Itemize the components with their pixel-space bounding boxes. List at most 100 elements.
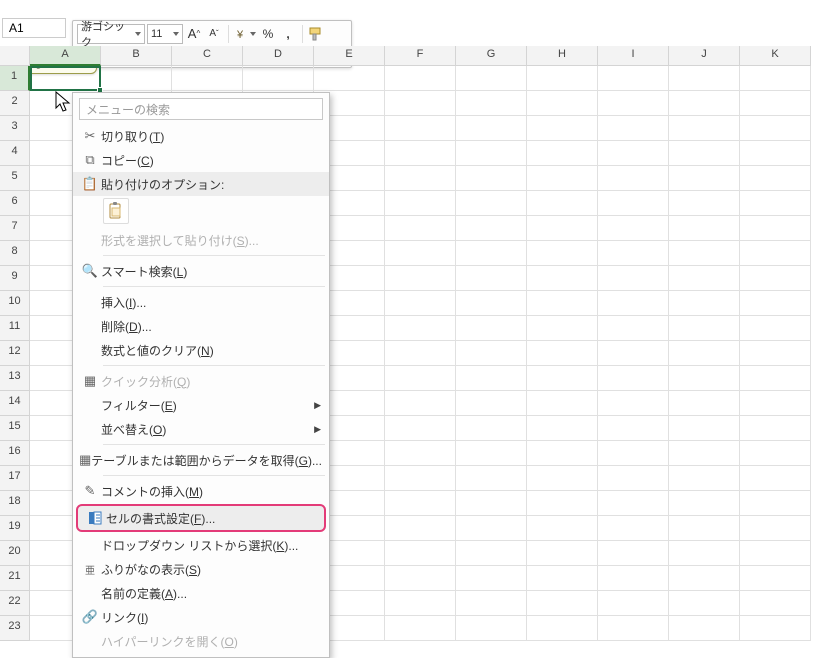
cell[interactable]	[456, 591, 527, 616]
comma-button[interactable]: ,	[279, 24, 297, 44]
cell[interactable]	[740, 291, 811, 316]
cell[interactable]	[669, 291, 740, 316]
cell[interactable]	[740, 366, 811, 391]
cell[interactable]	[456, 291, 527, 316]
ctx-smart-lookup[interactable]: 🔍 スマート検索(L)	[73, 259, 329, 283]
cell[interactable]	[740, 141, 811, 166]
row-header[interactable]: 4	[0, 141, 30, 166]
cell[interactable]	[669, 116, 740, 141]
cell[interactable]	[598, 216, 669, 241]
cell[interactable]	[527, 341, 598, 366]
cell[interactable]	[669, 216, 740, 241]
cell[interactable]	[598, 166, 669, 191]
increase-font-button[interactable]: A^	[185, 24, 203, 44]
cell[interactable]	[669, 441, 740, 466]
cell[interactable]	[669, 191, 740, 216]
cell[interactable]	[740, 516, 811, 541]
cell[interactable]	[740, 566, 811, 591]
cell[interactable]	[456, 166, 527, 191]
cell[interactable]	[527, 316, 598, 341]
cell[interactable]	[598, 366, 669, 391]
cell[interactable]	[598, 91, 669, 116]
ctx-insert[interactable]: 挿入(I)...	[73, 290, 329, 314]
cell[interactable]	[740, 266, 811, 291]
cell[interactable]	[456, 491, 527, 516]
cell[interactable]	[598, 516, 669, 541]
cell[interactable]	[669, 266, 740, 291]
cell[interactable]	[598, 591, 669, 616]
col-header[interactable]: C	[172, 46, 243, 66]
row-header[interactable]: 12	[0, 341, 30, 366]
cell[interactable]	[456, 616, 527, 641]
cell[interactable]	[740, 416, 811, 441]
cell[interactable]	[598, 391, 669, 416]
row-header[interactable]: 20	[0, 541, 30, 566]
cell[interactable]	[385, 91, 456, 116]
cell[interactable]	[669, 541, 740, 566]
accounting-format-button[interactable]: ¥	[234, 24, 257, 44]
row-header[interactable]: 14	[0, 391, 30, 416]
cell[interactable]	[740, 66, 811, 91]
col-header[interactable]: G	[456, 46, 527, 66]
cell[interactable]	[669, 166, 740, 191]
col-header[interactable]: D	[243, 46, 314, 66]
row-header[interactable]: 15	[0, 416, 30, 441]
cell[interactable]	[669, 391, 740, 416]
cell[interactable]	[669, 516, 740, 541]
cell[interactable]	[385, 416, 456, 441]
cell[interactable]	[385, 291, 456, 316]
cell[interactable]	[740, 166, 811, 191]
row-header[interactable]: 8	[0, 241, 30, 266]
row-header[interactable]: 21	[0, 566, 30, 591]
cell[interactable]	[527, 141, 598, 166]
cell[interactable]	[598, 316, 669, 341]
cell[interactable]	[527, 166, 598, 191]
cell[interactable]	[456, 541, 527, 566]
cell[interactable]	[598, 141, 669, 166]
cell[interactable]	[669, 466, 740, 491]
cell[interactable]	[456, 91, 527, 116]
cell[interactable]	[740, 191, 811, 216]
cell[interactable]	[598, 466, 669, 491]
col-header[interactable]: A	[30, 46, 101, 66]
cell[interactable]	[385, 116, 456, 141]
decrease-font-button[interactable]: Aˇ	[205, 24, 223, 44]
cell[interactable]	[385, 366, 456, 391]
row-header[interactable]: 17	[0, 466, 30, 491]
percent-button[interactable]: %	[259, 24, 277, 44]
cell[interactable]	[385, 466, 456, 491]
cell[interactable]	[456, 266, 527, 291]
col-header[interactable]: K	[740, 46, 811, 66]
ctx-copy[interactable]: ⧉ コピー(C)	[73, 148, 329, 172]
ctx-show-furigana[interactable]: 亜 ふりがなの表示(S)	[73, 557, 329, 581]
row-header[interactable]: 16	[0, 441, 30, 466]
font-size-select[interactable]: 11	[147, 24, 183, 44]
ctx-format-cells[interactable]: セルの書式設定(F)...	[76, 504, 326, 532]
row-header[interactable]: 13	[0, 366, 30, 391]
active-cell-outline[interactable]	[30, 66, 101, 91]
cell[interactable]	[527, 591, 598, 616]
cell[interactable]	[740, 116, 811, 141]
cell[interactable]	[527, 66, 598, 91]
cell[interactable]	[740, 341, 811, 366]
cell[interactable]	[527, 366, 598, 391]
cell[interactable]	[456, 216, 527, 241]
cell[interactable]	[669, 66, 740, 91]
cell[interactable]	[314, 66, 385, 91]
cell[interactable]	[598, 66, 669, 91]
cell[interactable]	[669, 591, 740, 616]
cell[interactable]	[456, 241, 527, 266]
col-header[interactable]: J	[669, 46, 740, 66]
cell[interactable]	[669, 341, 740, 366]
cell[interactable]	[740, 91, 811, 116]
ctx-define-name[interactable]: 名前の定義(A)...	[73, 581, 329, 605]
cell[interactable]	[527, 216, 598, 241]
cell[interactable]	[385, 616, 456, 641]
cell[interactable]	[456, 466, 527, 491]
row-header[interactable]: 5	[0, 166, 30, 191]
cell[interactable]	[740, 316, 811, 341]
cell[interactable]	[740, 441, 811, 466]
cell[interactable]	[740, 541, 811, 566]
row-header[interactable]: 2	[0, 91, 30, 116]
cell[interactable]	[669, 91, 740, 116]
